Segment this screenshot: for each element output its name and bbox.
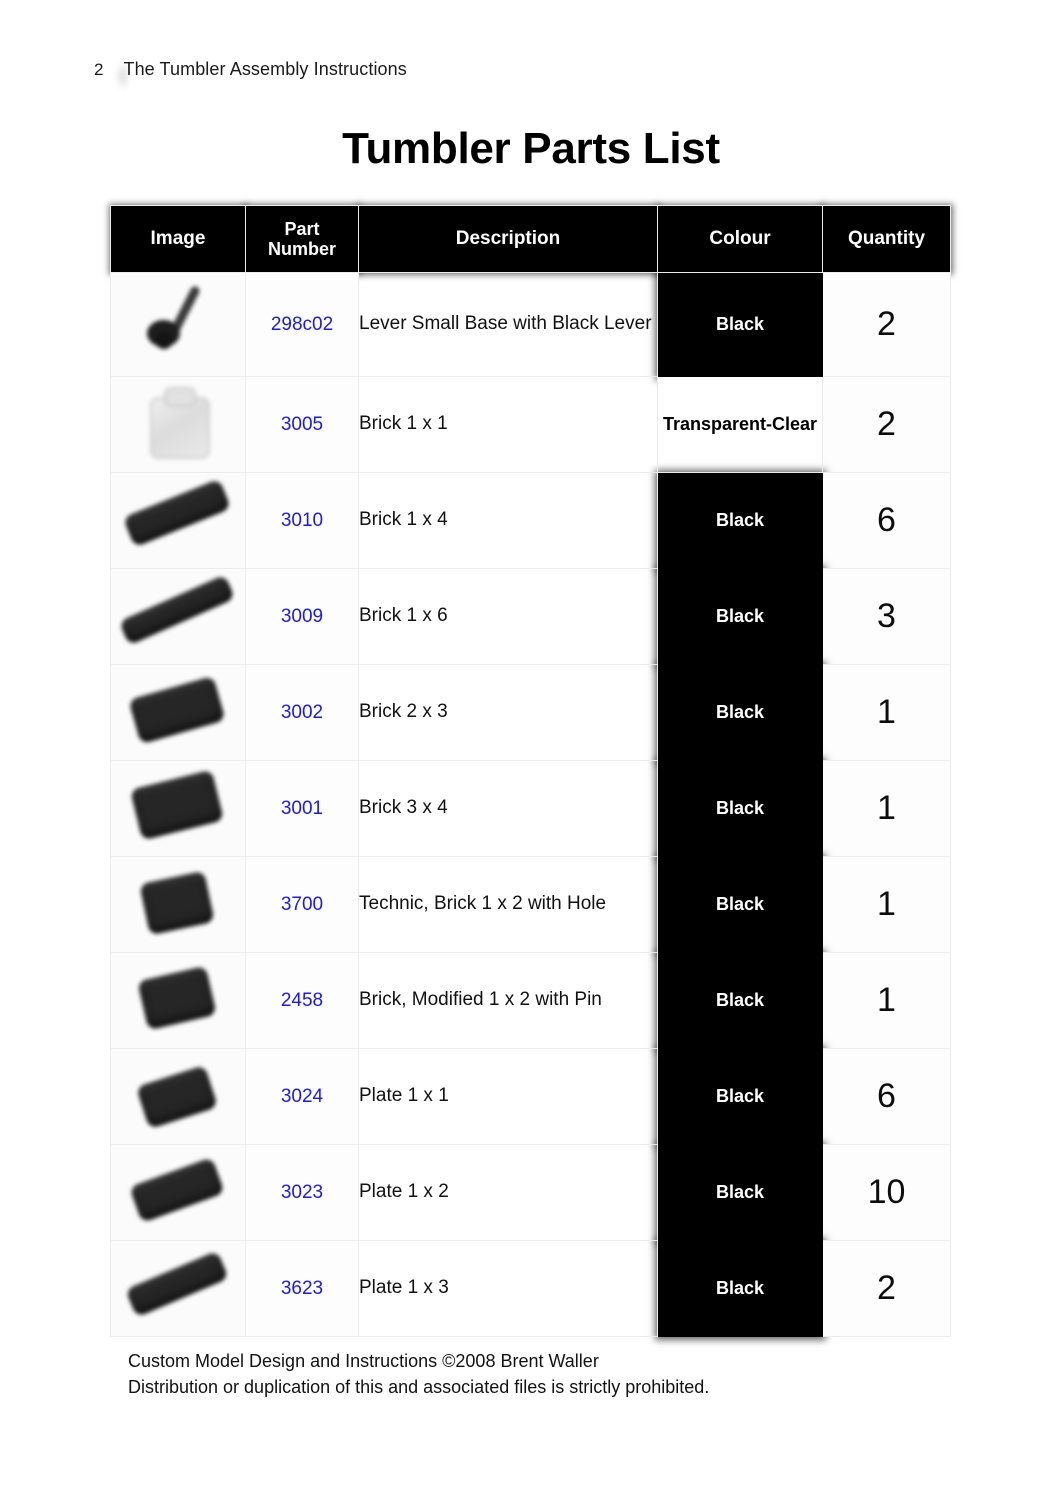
part-image-cell [110,376,246,473]
part-image-cell [110,664,246,761]
column-header-description: Description [358,205,658,273]
footer-line-2: Distribution or duplication of this and … [128,1377,710,1398]
part-image-cell [110,1048,246,1145]
part-description: Brick 2 x 3 [358,664,658,761]
table-header: Image Part Number Description Colour Qua… [110,205,951,273]
part-description: Plate 1 x 2 [358,1144,658,1241]
table-row: 298c02 Lever Small Base with Black Lever… [110,272,951,377]
page-number: 2 [94,60,104,79]
part-colour: Black [657,272,823,377]
parts-table-container: Image Part Number Description Colour Qua… [110,205,951,1337]
table-body: 298c02 Lever Small Base with Black Lever… [110,272,951,1337]
part-image-cell [110,1240,246,1337]
table-row: 3002 Brick 2 x 3 Black 1 [110,664,951,761]
part-description: Brick 1 x 1 [358,376,658,473]
part-description: Brick 1 x 6 [358,568,658,665]
header-row: Image Part Number Description Colour Qua… [110,205,951,273]
part-colour: Black [657,568,823,665]
lego-plate-1x2-black-icon [111,1145,245,1240]
part-colour: Black [657,472,823,569]
part-number-link[interactable]: 3023 [245,1144,359,1241]
lego-brick-modified-1x2-pin-black-icon [111,953,245,1048]
table-row: 3010 Brick 1 x 4 Black 6 [110,472,951,569]
part-quantity: 1 [822,760,951,857]
part-description: Plate 1 x 1 [358,1048,658,1145]
part-colour: Black [657,760,823,857]
page-title: Tumbler Parts List [342,124,720,173]
lego-brick-1x1-clear-icon [111,377,245,472]
part-description: Lever Small Base with Black Lever [358,272,658,377]
lego-brick-1x6-black-icon [111,569,245,664]
table-row: 3700 Technic, Brick 1 x 2 with Hole Blac… [110,856,951,953]
part-image-cell [110,856,246,953]
part-quantity: 10 [822,1144,951,1241]
table-row: 3623 Plate 1 x 3 Black 2 [110,1240,951,1337]
column-header-part-line1: Part [284,218,320,239]
part-quantity: 1 [822,856,951,953]
page-smudge-artifact [116,62,130,90]
part-description: Plate 1 x 3 [358,1240,658,1337]
table-row: 2458 Brick, Modified 1 x 2 with Pin Blac… [110,952,951,1049]
part-colour: Black [657,1048,823,1145]
running-header: 2 The Tumbler Assembly Instructions [94,60,407,78]
part-image-cell [110,568,246,665]
part-colour: Black [657,1240,823,1337]
lego-brick-2x3-black-icon [111,665,245,760]
part-number-link[interactable]: 3024 [245,1048,359,1145]
column-header-quantity: Quantity [822,205,951,273]
part-description: Brick, Modified 1 x 2 with Pin [358,952,658,1049]
part-description: Brick 3 x 4 [358,760,658,857]
table-row: 3001 Brick 3 x 4 Black 1 [110,760,951,857]
part-number-link[interactable]: 3623 [245,1240,359,1337]
table-row: 3023 Plate 1 x 2 Black 10 [110,1144,951,1241]
part-quantity: 6 [822,472,951,569]
part-number-link[interactable]: 2458 [245,952,359,1049]
column-header-colour: Colour [657,205,823,273]
part-number-link[interactable]: 3002 [245,664,359,761]
part-quantity: 2 [822,272,951,377]
part-colour: Transparent-Clear [657,376,823,473]
part-number-link[interactable]: 3009 [245,568,359,665]
part-colour: Black [657,664,823,761]
part-image-cell [110,952,246,1049]
copyright-footer: Custom Model Design and Instructions ©20… [128,1348,709,1401]
part-description: Technic, Brick 1 x 2 with Hole [358,856,658,953]
part-image-cell [110,760,246,857]
column-header-image: Image [110,205,246,273]
table-row: 3005 Brick 1 x 1 Transparent-Clear 2 [110,376,951,473]
lego-lever-small-base-icon [111,273,245,376]
part-colour: Black [657,1144,823,1241]
part-number-link[interactable]: 3700 [245,856,359,953]
part-number-link[interactable]: 3005 [245,376,359,473]
table-row: 3024 Plate 1 x 1 Black 6 [110,1048,951,1145]
parts-table: Image Part Number Description Colour Qua… [110,205,951,1337]
column-header-part-line2: Number [267,239,336,259]
part-quantity: 2 [822,376,951,473]
part-description: Brick 1 x 4 [358,472,658,569]
part-quantity: 2 [822,1240,951,1337]
part-colour: Black [657,952,823,1049]
lego-plate-1x1-black-icon [111,1049,245,1144]
footer-line-1: Custom Model Design and Instructions ©20… [128,1351,599,1371]
lego-brick-1x4-black-icon [111,473,245,568]
part-number-link[interactable]: 298c02 [245,272,359,377]
lego-plate-1x3-black-icon [111,1241,245,1336]
part-colour: Black [657,856,823,953]
part-quantity: 1 [822,952,951,1049]
lego-technic-brick-1x2-hole-black-icon [111,857,245,952]
part-image-cell [110,472,246,569]
lego-brick-3x4-black-icon [111,761,245,856]
part-number-link[interactable]: 3001 [245,760,359,857]
running-header-title: The Tumbler Assembly Instructions [123,59,407,79]
part-quantity: 1 [822,664,951,761]
part-image-cell [110,1144,246,1241]
table-row: 3009 Brick 1 x 6 Black 3 [110,568,951,665]
part-quantity: 3 [822,568,951,665]
part-image-cell [110,272,246,377]
part-number-link[interactable]: 3010 [245,472,359,569]
column-header-part-number: Part Number [245,205,359,273]
part-quantity: 6 [822,1048,951,1145]
